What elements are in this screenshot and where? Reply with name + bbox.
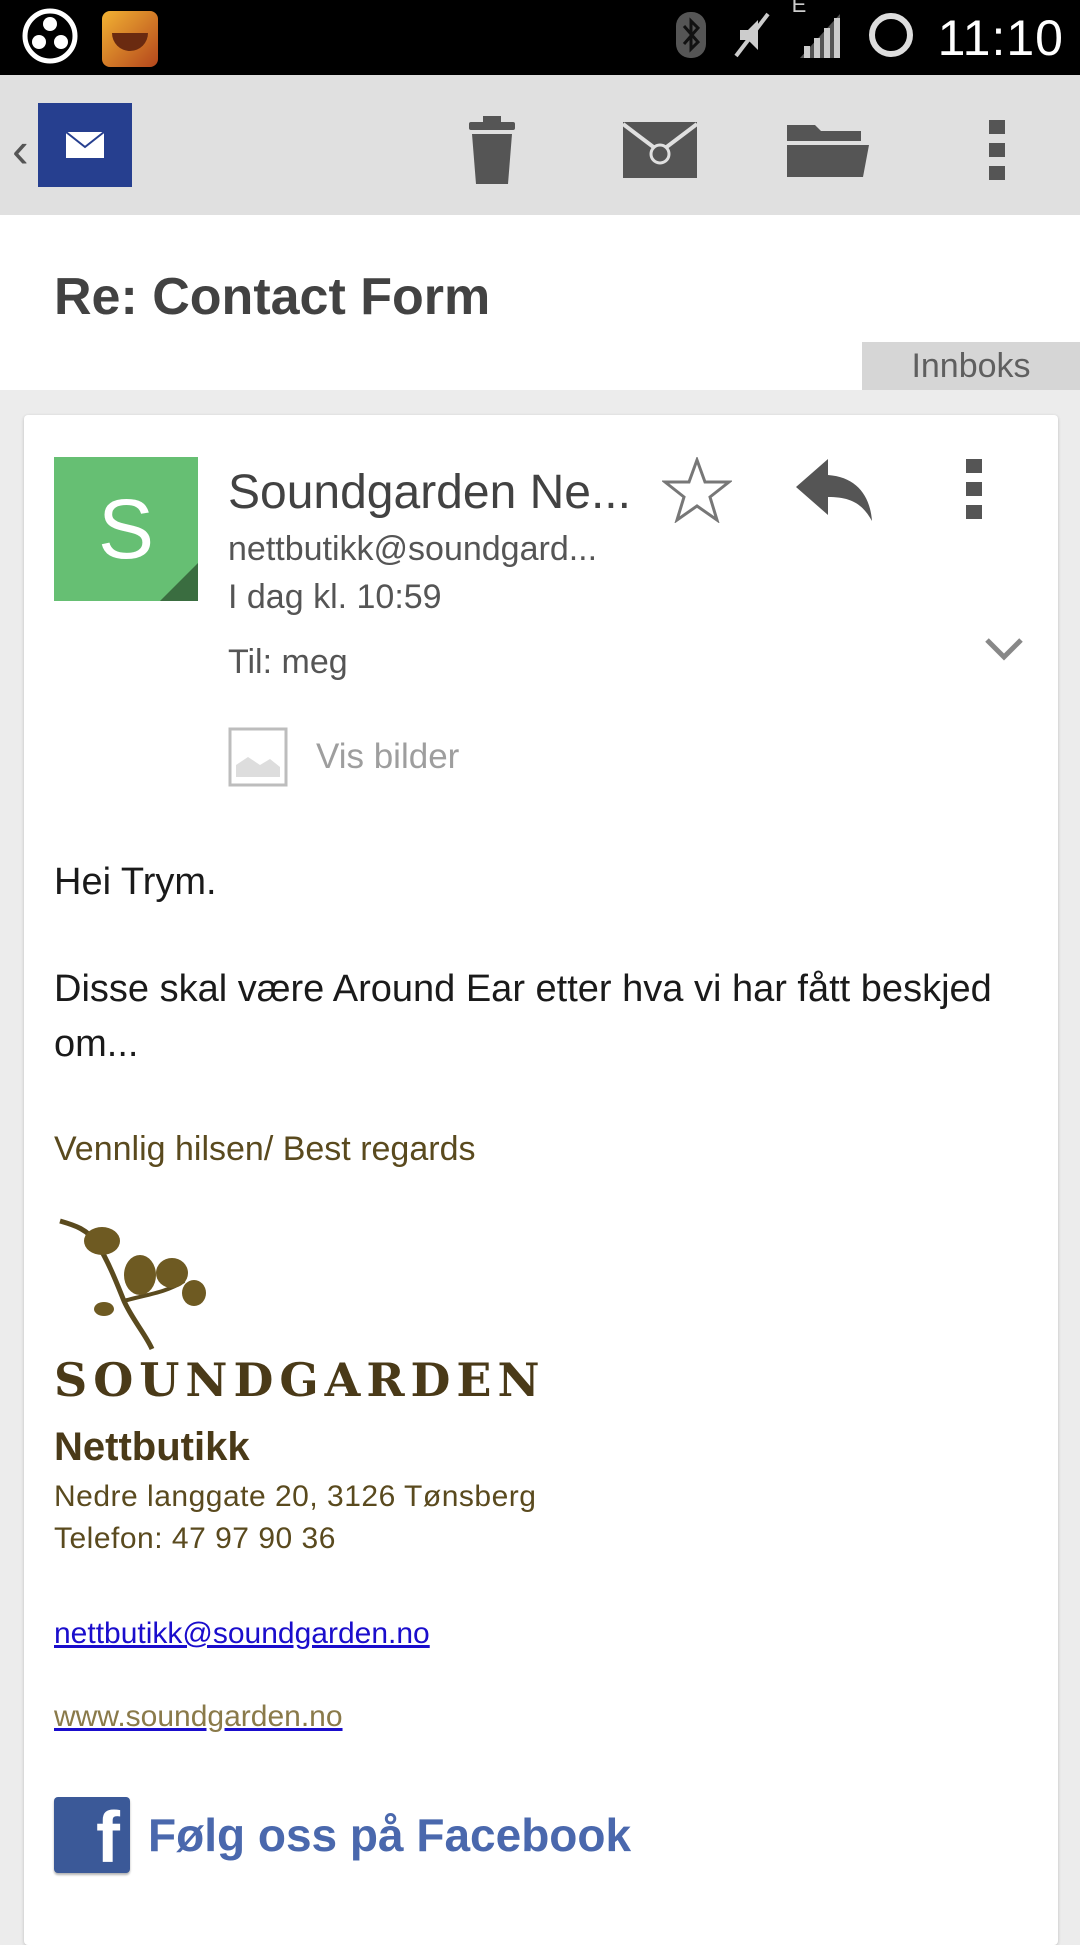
trash-icon	[469, 116, 515, 184]
sender-avatar[interactable]: S	[54, 457, 198, 601]
message-card: S Soundgarden Ne... nettbutikk@soundgard…	[24, 415, 1058, 1945]
sender-email: nettbutikk@soundgard...	[228, 530, 598, 568]
image-icon	[228, 727, 288, 787]
mark-unread-button[interactable]	[615, 105, 705, 195]
show-images-button[interactable]: Vis bilder	[228, 725, 459, 789]
clash-of-clans-icon	[102, 10, 158, 67]
message-body: Hei Trym. Disse skal være Around Ear ett…	[54, 855, 1014, 1072]
reply-icon	[796, 459, 872, 521]
reply-button[interactable]	[794, 457, 894, 547]
bluetooth-icon	[674, 10, 708, 65]
vine-flower-icon	[59, 1218, 206, 1351]
signature-address: Nedre langgate 20, 3126 Tønsberg	[54, 1480, 537, 1513]
status-bar: E 11:10	[0, 0, 1080, 75]
delete-button[interactable]	[447, 105, 537, 195]
action-bar: ‹	[0, 75, 1080, 215]
signature-phone: Telefon: 47 97 90 36	[54, 1522, 336, 1555]
facebook-follow-label: Følg oss på Facebook	[148, 1809, 632, 1861]
email-subject: Re: Contact Form	[54, 268, 491, 326]
signature-email-link[interactable]: nettbutikk@soundgarden.no	[54, 1617, 430, 1651]
star-outline-icon	[660, 455, 734, 524]
soundgarden-logo: SOUNDGARDEN	[54, 1215, 540, 1415]
overflow-menu-button[interactable]	[952, 105, 1042, 195]
back-chevron-icon[interactable]: ‹	[12, 121, 29, 179]
expand-details-button[interactable]	[984, 637, 1034, 677]
show-images-label: Vis bilder	[316, 737, 460, 776]
signature-company: Nettbutikk	[54, 1425, 250, 1469]
star-button[interactable]	[660, 455, 752, 547]
sync-icon	[866, 10, 916, 65]
recipients[interactable]: Til: meg	[228, 643, 348, 682]
chevron-down-icon	[985, 638, 1023, 661]
facebook-follow-link[interactable]: f Følg oss på Facebook	[54, 1795, 632, 1878]
envelope-icon	[65, 131, 105, 158]
greeting: Hei Trym.	[54, 861, 217, 903]
folder-icon	[787, 125, 869, 177]
move-to-folder-button[interactable]	[783, 105, 873, 195]
facebook-icon: f	[54, 1797, 130, 1878]
signal-icon: E	[792, 0, 844, 65]
body-paragraph: Disse skal være Around Ear etter hva vi …	[54, 968, 992, 1065]
sender-name: Soundgarden Ne...	[228, 466, 631, 519]
email-app-logo[interactable]	[38, 103, 132, 187]
app-hub-icon	[22, 8, 78, 69]
subject-header: Re: Contact Form Innboks	[0, 215, 1080, 390]
signature-website-link[interactable]: www.soundgarden.no	[54, 1700, 343, 1734]
mute-icon	[730, 10, 774, 65]
sent-time: I dag kl. 10:59	[228, 578, 442, 616]
more-vert-icon	[989, 120, 1005, 180]
signoff: Vennlig hilsen/ Best regards	[54, 1130, 476, 1168]
status-time: 11:10	[937, 9, 1064, 66]
logo-wordmark: SOUNDGARDEN	[54, 1353, 546, 1407]
more-vert-icon	[966, 459, 982, 519]
envelope-icon	[623, 122, 697, 178]
label-chip-inbox[interactable]: Innboks	[862, 342, 1080, 390]
message-overflow-button[interactable]	[964, 457, 1004, 547]
